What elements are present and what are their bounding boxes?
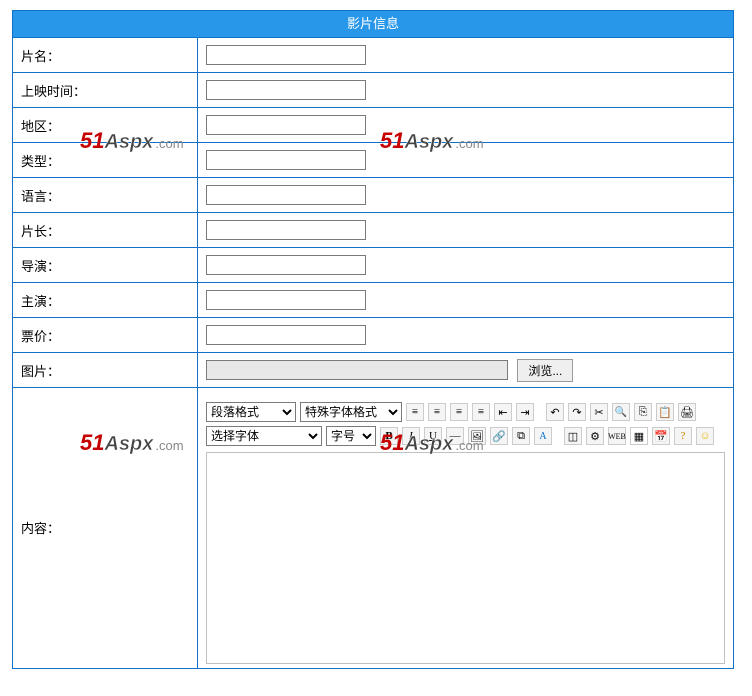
undo-icon[interactable]: ↶	[546, 403, 564, 421]
label-director: 导演：	[13, 248, 198, 282]
row-region: 地区：	[13, 108, 733, 143]
input-director[interactable]	[206, 255, 366, 275]
row-content: 内容： 段落格式 特殊字体格式 ≡ ≡ ≡ ≡ ⇤ ⇥ ↶ ↷ ✂ 🔍	[13, 388, 733, 668]
label-date: 上映时间：	[13, 73, 198, 107]
input-name[interactable]	[206, 45, 366, 65]
label-duration: 片长：	[13, 213, 198, 247]
indent-icon[interactable]: ⇥	[516, 403, 534, 421]
select-font[interactable]: 选择字体	[206, 426, 322, 446]
browse-button[interactable]: 浏览...	[517, 359, 573, 382]
select-special-format[interactable]: 特殊字体格式	[300, 402, 402, 422]
input-language[interactable]	[206, 185, 366, 205]
input-image-path[interactable]	[206, 360, 508, 380]
bold-icon[interactable]: B	[380, 427, 398, 445]
cut-icon[interactable]: ✂	[590, 403, 608, 421]
rich-text-editor: 段落格式 特殊字体格式 ≡ ≡ ≡ ≡ ⇤ ⇥ ↶ ↷ ✂ 🔍 ⎘ 📋 🖨	[206, 400, 725, 664]
input-genre[interactable]	[206, 150, 366, 170]
align-center-icon[interactable]: ≡	[428, 403, 446, 421]
input-region[interactable]	[206, 115, 366, 135]
label-image: 图片：	[13, 353, 198, 387]
font-color-icon[interactable]: A	[534, 427, 552, 445]
date-icon[interactable]: 📅	[652, 427, 670, 445]
html-icon[interactable]: ⚙	[586, 427, 604, 445]
row-cast: 主演：	[13, 283, 733, 318]
label-cast: 主演：	[13, 283, 198, 317]
eraser-icon[interactable]: ◫	[564, 427, 582, 445]
image-icon[interactable]: 🖼	[468, 427, 486, 445]
row-price: 票价：	[13, 318, 733, 353]
select-paragraph-format[interactable]: 段落格式	[206, 402, 296, 422]
toolbar-row-2: 选择字体 字号 B I U — 🖼 🔗 ⧉ A ◫ ⚙ WEB ▦ 📅	[206, 424, 725, 448]
input-cast[interactable]	[206, 290, 366, 310]
underline-icon[interactable]: U	[424, 427, 442, 445]
label-content: 内容：	[13, 388, 198, 668]
row-image: 图片： 浏览...	[13, 353, 733, 388]
align-right-icon[interactable]: ≡	[450, 403, 468, 421]
unlink-icon[interactable]: ⧉	[512, 427, 530, 445]
movie-info-form: 影片信息 片名： 上映时间： 地区： 类型： 语言： 片长： 导演： 主演： 票…	[12, 10, 734, 669]
emoji-icon[interactable]: ☺	[696, 427, 714, 445]
toolbar-row-1: 段落格式 特殊字体格式 ≡ ≡ ≡ ≡ ⇤ ⇥ ↶ ↷ ✂ 🔍 ⎘ 📋 🖨	[206, 400, 725, 424]
find-icon[interactable]: 🔍	[612, 403, 630, 421]
hr-icon[interactable]: —	[446, 427, 464, 445]
row-director: 导演：	[13, 248, 733, 283]
paste-icon[interactable]: 📋	[656, 403, 674, 421]
link-icon[interactable]: 🔗	[490, 427, 508, 445]
align-justify-icon[interactable]: ≡	[472, 403, 490, 421]
label-language: 语言：	[13, 178, 198, 212]
input-duration[interactable]	[206, 220, 366, 240]
print-icon[interactable]: 🖨	[678, 403, 696, 421]
align-left-icon[interactable]: ≡	[406, 403, 424, 421]
label-region: 地区：	[13, 108, 198, 142]
outdent-icon[interactable]: ⇤	[494, 403, 512, 421]
row-name: 片名：	[13, 38, 733, 73]
copy-icon[interactable]: ⎘	[634, 403, 652, 421]
input-date[interactable]	[206, 80, 366, 100]
redo-icon[interactable]: ↷	[568, 403, 586, 421]
table-icon[interactable]: ▦	[630, 427, 648, 445]
web-icon[interactable]: WEB	[608, 427, 626, 445]
select-size[interactable]: 字号	[326, 426, 376, 446]
label-price: 票价：	[13, 318, 198, 352]
label-genre: 类型：	[13, 143, 198, 177]
form-header: 影片信息	[13, 11, 733, 38]
italic-icon[interactable]: I	[402, 427, 420, 445]
row-language: 语言：	[13, 178, 733, 213]
row-date: 上映时间：	[13, 73, 733, 108]
label-name: 片名：	[13, 38, 198, 72]
input-price[interactable]	[206, 325, 366, 345]
editor-textarea[interactable]	[206, 452, 725, 664]
row-genre: 类型：	[13, 143, 733, 178]
row-duration: 片长：	[13, 213, 733, 248]
help-icon[interactable]: ?	[674, 427, 692, 445]
